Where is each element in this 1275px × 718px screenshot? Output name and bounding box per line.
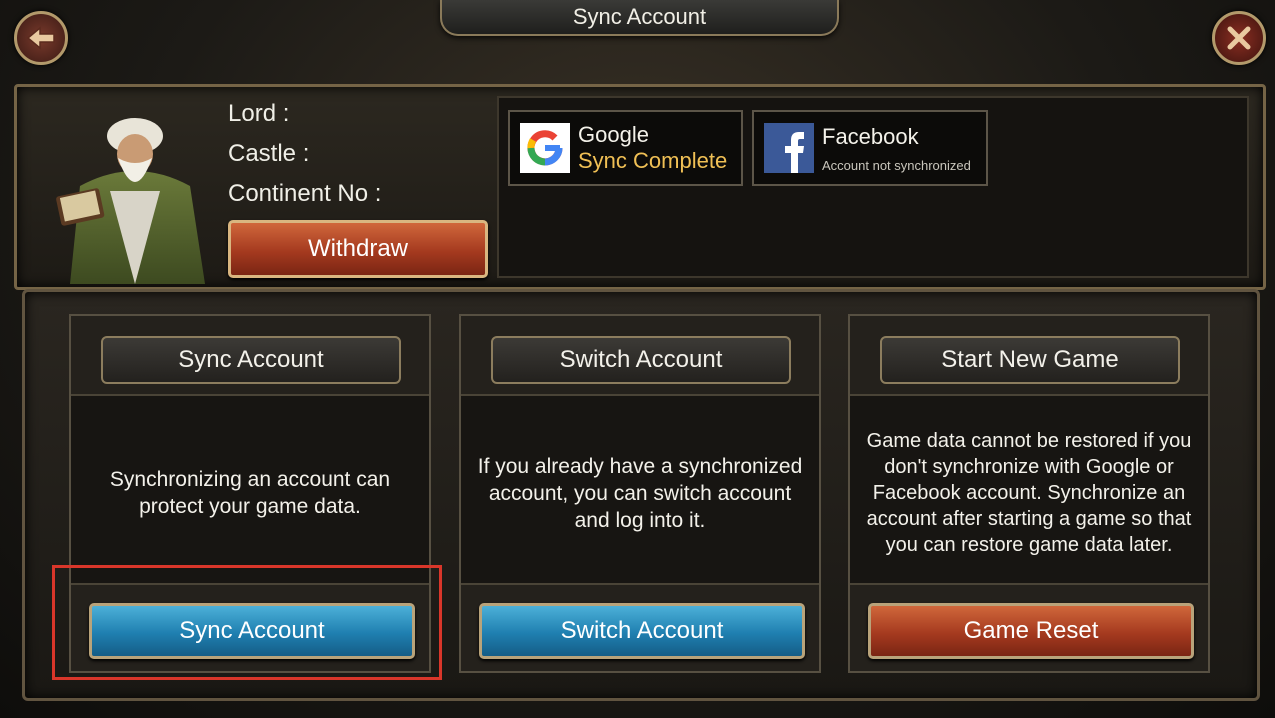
page-title: Sync Account — [440, 0, 839, 36]
back-arrow-icon — [26, 26, 55, 50]
google-status: Sync Complete — [578, 148, 728, 173]
google-label: Google — [578, 122, 649, 147]
switch-account-title: Switch Account — [491, 336, 791, 384]
sync-account-description: Synchronizing an account can protect you… — [109, 468, 391, 518]
close-x-icon — [1227, 26, 1251, 50]
column-header: Sync Account — [71, 316, 429, 396]
game-reset-button[interactable]: Game Reset — [868, 603, 1194, 659]
column-footer: Switch Account — [461, 583, 819, 671]
advisor-portrait — [56, 118, 205, 284]
facebook-logo-icon — [764, 123, 814, 173]
switch-account-button[interactable]: Switch Account — [479, 603, 805, 659]
google-account-card[interactable]: Google Sync Complete — [508, 110, 743, 186]
google-logo-icon — [520, 123, 570, 173]
highlight-box — [52, 565, 442, 680]
facebook-status: Account not synchronized — [822, 157, 971, 173]
column-header: Switch Account — [461, 316, 819, 396]
start-new-game-title: Start New Game — [880, 336, 1180, 384]
facebook-account-card[interactable]: Facebook Account not synchronized — [752, 110, 988, 186]
facebook-label: Facebook — [822, 123, 919, 149]
back-button[interactable] — [14, 11, 68, 65]
column-footer: Game Reset — [850, 583, 1208, 671]
start-new-game-description: Game data cannot be restored if you don'… — [866, 430, 1192, 556]
start-new-game-column: Start New Game Game data cannot be resto… — [848, 314, 1210, 673]
continent-label: Continent No : — [228, 180, 382, 207]
switch-account-column: Switch Account If you already have a syn… — [459, 314, 821, 673]
column-header: Start New Game — [850, 316, 1208, 396]
switch-account-description: If you already have a synchronized accou… — [477, 454, 803, 532]
lord-label: Lord : — [228, 100, 290, 127]
sync-account-title: Sync Account — [101, 336, 401, 384]
castle-label: Castle : — [228, 140, 310, 167]
withdraw-button[interactable]: Withdraw — [228, 220, 488, 278]
close-button[interactable] — [1212, 11, 1266, 65]
